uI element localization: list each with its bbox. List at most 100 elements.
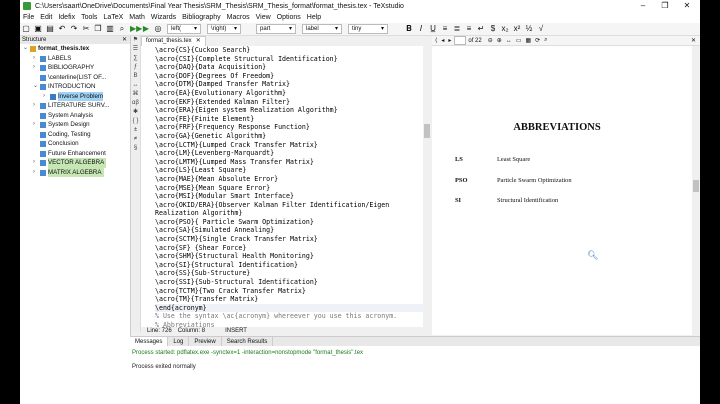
new-file-icon[interactable]: ▢ — [22, 25, 30, 33]
close-tab-icon[interactable]: ✕ — [196, 38, 201, 44]
copy-icon[interactable]: ❐ — [94, 25, 102, 33]
sync-icon[interactable]: ⟳ — [535, 37, 540, 44]
toc-icon[interactable]: ☰ — [131, 45, 140, 54]
underline-icon[interactable]: U̲ — [429, 25, 437, 33]
build-view-icon[interactable]: ▶▶ — [130, 25, 142, 33]
cut-icon[interactable]: ✂ — [82, 25, 90, 33]
structure-item[interactable]: Future Enhancement — [20, 149, 130, 159]
pdf-preview[interactable]: ABBREVIATIONS LS Least Square PSO Particle … — [432, 46, 692, 335]
code-editor[interactable]: \acro{CS}{Cuckoo Search} \acro{CSI}{Compl… — [141, 46, 423, 327]
structure-item[interactable]: › System Design — [20, 120, 130, 130]
align-center-icon[interactable]: ≣ — [453, 25, 461, 33]
editor-tab-format-thesis[interactable]: format_thesis.tex ✕ — [141, 36, 206, 46]
view-pdf-icon[interactable]: ◎ — [154, 25, 162, 33]
menu-idefix[interactable]: Idefix — [58, 14, 75, 21]
magnifier-icon[interactable]: 🔍︎ — [587, 250, 598, 261]
menu-math[interactable]: Math — [129, 14, 145, 21]
fit-width-icon[interactable]: ↔ — [506, 38, 512, 44]
expand-arrow-icon[interactable]: › — [33, 120, 35, 130]
paste-icon[interactable]: ▥ — [106, 25, 114, 33]
collapse-arrow-icon[interactable]: ⌄ — [33, 82, 38, 92]
sqrt-icon[interactable]: √ — [537, 25, 545, 33]
structure-item[interactable]: ⌄ INTRODUCTION — [20, 82, 130, 92]
align-left-icon[interactable]: ≡ — [441, 25, 449, 33]
open-file-icon[interactable]: ▣ — [34, 25, 42, 33]
structure-item[interactable]: › VECTOR ALGEBRA — [20, 158, 130, 168]
structure-item[interactable]: › Inverse Problem — [20, 91, 130, 102]
editor-scrollbar[interactable] — [423, 46, 431, 327]
menu-view[interactable]: View — [256, 14, 271, 21]
structure-item[interactable]: Conclusion — [20, 139, 130, 149]
menu-file[interactable]: File — [23, 14, 34, 21]
font-size-select[interactable]: tiny ▾ — [348, 24, 388, 34]
sectioning-select[interactable]: part ▾ — [256, 24, 296, 34]
expand-arrow-icon[interactable]: › — [33, 158, 35, 168]
page-number-input[interactable] — [454, 36, 467, 45]
menu-help[interactable]: Help — [307, 14, 321, 21]
expand-arrow-icon[interactable]: › — [33, 168, 35, 178]
expand-arrow-icon[interactable]: › — [33, 101, 35, 111]
expand-arrow-icon[interactable]: › — [33, 54, 35, 64]
preview-scrollbar[interactable] — [692, 46, 700, 335]
prev-page-icon[interactable]: ◂ — [441, 37, 444, 44]
close-button[interactable]: ✕ — [676, 0, 698, 12]
close-preview-icon[interactable]: ✕ — [691, 37, 696, 44]
structure-item[interactable]: › LITERATURE SURV... — [20, 101, 130, 111]
menu-options[interactable]: Options — [277, 14, 301, 21]
find-icon[interactable]: ⌕ — [118, 25, 126, 33]
fit-page-icon[interactable]: ▭ — [516, 37, 522, 44]
structure-item[interactable]: \centerline{LIST OF... — [20, 73, 130, 83]
delimiter-icon[interactable]: { } — [131, 117, 140, 126]
sub-icon[interactable]: x₂ — [501, 25, 509, 33]
bookmark-icon[interactable]: ⚑ — [131, 36, 140, 45]
save-icon[interactable]: ▤ — [46, 25, 54, 33]
compile-icon[interactable]: ▶ — [142, 25, 150, 33]
editor-scroll-thumb[interactable] — [424, 124, 430, 138]
left-delimiter-select[interactable]: left(▾ — [167, 24, 201, 34]
next-page-icon[interactable]: ▸ — [448, 37, 451, 44]
italic-symbol-icon[interactable]: ƒ — [131, 63, 140, 72]
grid-icon[interactable]: ▦ — [525, 37, 531, 44]
newline-icon[interactable]: ↵ — [477, 25, 485, 33]
first-page-icon[interactable]: ⟨ — [435, 37, 437, 44]
zoom-out-icon[interactable]: ⊖ — [488, 37, 493, 44]
structure-item[interactable]: › LABELS — [20, 54, 130, 64]
zoom-in-icon[interactable]: ⊕ — [497, 37, 502, 44]
minimize-button[interactable]: – — [632, 0, 654, 12]
structure-item[interactable]: System Analysis — [20, 111, 130, 121]
maximize-button[interactable]: ❐ — [654, 0, 676, 12]
references-select[interactable]: label ▾ — [302, 24, 342, 34]
special-icon[interactable]: § — [131, 144, 140, 153]
menu-edit[interactable]: Edit — [40, 14, 52, 21]
bold-symbol-icon[interactable]: B — [131, 72, 140, 81]
star-icon[interactable]: ✱ — [131, 108, 140, 117]
undo-icon[interactable]: ↶ — [58, 25, 66, 33]
align-right-icon[interactable]: ≡ — [465, 25, 473, 33]
structure-item[interactable]: Coding, Testing — [20, 130, 130, 140]
menu-bibliography[interactable]: Bibliography — [182, 14, 221, 21]
collapse-arrow-icon[interactable]: ⌄ — [23, 44, 28, 54]
math-icon[interactable]: $ — [489, 25, 497, 33]
expand-arrow-icon[interactable]: › — [33, 63, 35, 73]
redo-icon[interactable]: ↷ — [70, 25, 78, 33]
menu-latex[interactable]: LaTeX — [103, 14, 123, 21]
structure-item[interactable]: › MATRIX ALGEBRA — [20, 167, 130, 178]
bold-icon[interactable]: 𝐁 — [405, 25, 413, 33]
structure-item[interactable]: › BIBLIOGRAPHY — [20, 63, 130, 73]
greek-icon[interactable]: αβ — [131, 99, 140, 108]
menu-wizards[interactable]: Wizards — [151, 14, 176, 21]
menu-macros[interactable]: Macros — [227, 14, 250, 21]
arrow-icon[interactable]: ↔ — [131, 81, 140, 90]
menu-tools[interactable]: Tools — [81, 14, 97, 21]
symbol-icon[interactable]: ∑ — [131, 54, 140, 63]
italic-icon[interactable]: 𝐼 — [417, 25, 425, 33]
close-structure-icon[interactable]: ✕ — [122, 36, 127, 44]
expand-arrow-icon[interactable]: › — [43, 92, 45, 102]
sup-icon[interactable]: x² — [513, 25, 521, 33]
tag-icon[interactable]: ⌘ — [131, 90, 140, 99]
frac-icon[interactable]: ½ — [525, 25, 533, 33]
relation-icon[interactable]: ≠ — [131, 135, 140, 144]
right-delimiter-select[interactable]: \right) ▾ — [207, 24, 241, 34]
structure-item[interactable]: ⌄ format_thesis.tex — [20, 44, 130, 54]
find-preview-icon[interactable]: ⌕ — [544, 37, 547, 44]
